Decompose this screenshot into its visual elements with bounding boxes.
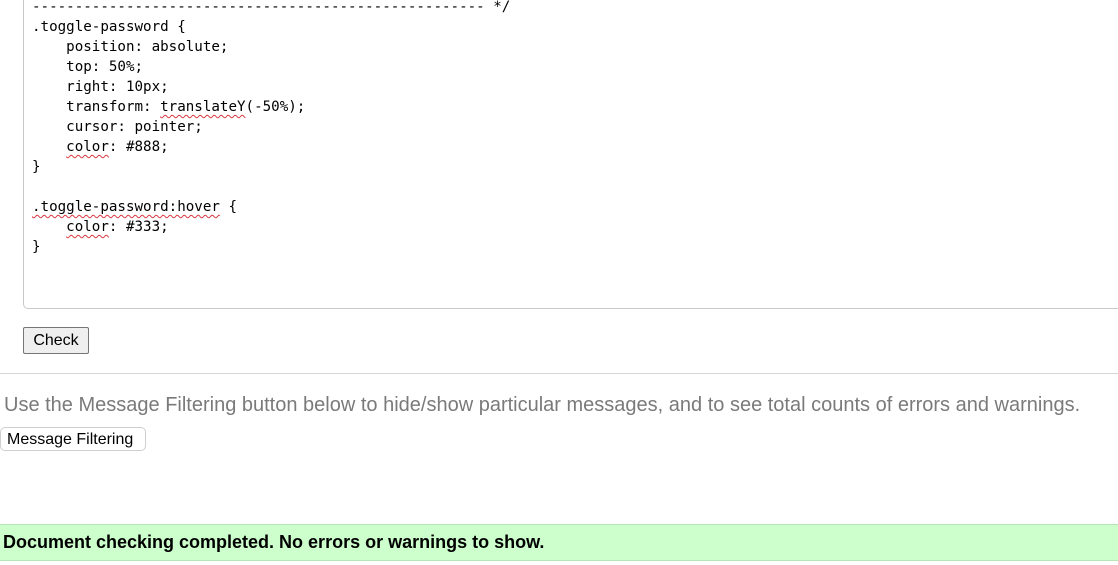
- color-indent: [32, 139, 66, 155]
- section-divider: [0, 373, 1118, 374]
- code-line-comment-end: ----------------------------------------…: [32, 0, 511, 15]
- check-button[interactable]: Check: [23, 327, 89, 354]
- hover-open-brace: {: [219, 199, 238, 215]
- code-line-selector: .toggle-password {: [32, 19, 186, 35]
- spellcheck-word-color: color: [66, 139, 109, 155]
- code-line-hover-close-brace: }: [32, 239, 41, 255]
- transform-prop: transform:: [32, 99, 161, 115]
- status-message: Document checking completed. No errors o…: [3, 532, 545, 552]
- code-line-cursor: cursor: pointer;: [32, 119, 203, 135]
- code-line-right: right: 10px;: [32, 79, 169, 95]
- spellcheck-word-translatey: translateY: [160, 99, 246, 115]
- css-code: ----------------------------------------…: [32, 0, 510, 257]
- code-line-color: color: #888;: [32, 137, 510, 157]
- spellcheck-word-hover-color: color: [66, 219, 109, 235]
- code-line-close-brace: }: [32, 159, 41, 175]
- hover-color-value: : #333;: [108, 219, 169, 235]
- spellcheck-word-hover-selector: .toggle-password:hover: [32, 199, 220, 215]
- color-value: : #888;: [108, 139, 169, 155]
- code-line-position: position: absolute;: [32, 39, 229, 55]
- status-bar: Document checking completed. No errors o…: [0, 524, 1118, 561]
- css-input-textarea[interactable]: ----------------------------------------…: [23, 0, 1118, 309]
- code-line-hover-color: color: #333;: [32, 217, 510, 237]
- message-filtering-button[interactable]: Message Filtering: [0, 427, 146, 451]
- code-line-hover-selector: .toggle-password:hover {: [32, 197, 510, 217]
- transform-value: (-50%);: [245, 99, 306, 115]
- code-line-top: top: 50%;: [32, 59, 144, 75]
- validator-page: ----------------------------------------…: [0, 0, 1118, 565]
- code-line-transform: transform: translateY(-50%);: [32, 97, 510, 117]
- filtering-hint: Use the Message Filtering button below t…: [4, 394, 1081, 416]
- hover-color-indent: [32, 219, 66, 235]
